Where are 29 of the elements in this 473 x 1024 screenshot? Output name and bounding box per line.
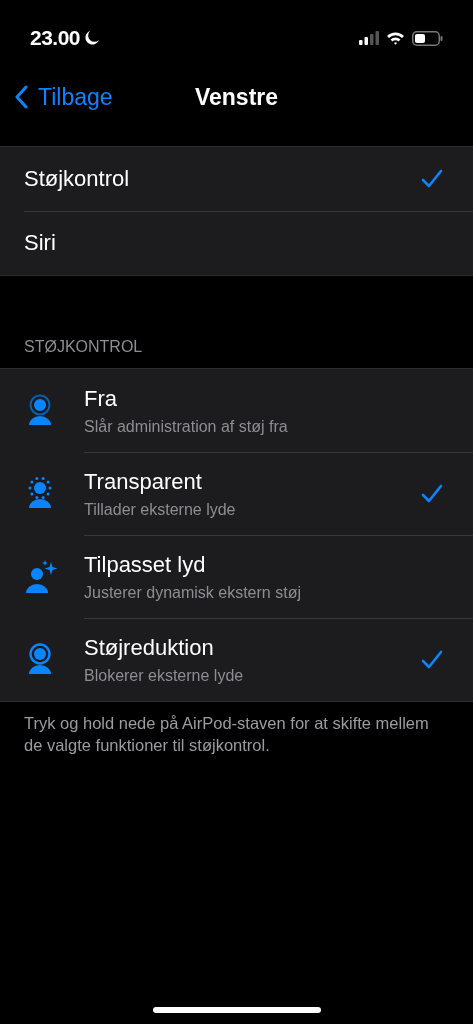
mode-subtitle: Tillader eksterne lyde (84, 500, 237, 519)
mode-row[interactable]: Fra Slår administration af støj fra (0, 369, 473, 452)
mode-title: Fra (84, 385, 118, 412)
mode-title: Støjreduktion (84, 634, 215, 661)
checkmark-icon (421, 649, 443, 670)
back-button[interactable]: Tilbage (14, 83, 113, 111)
mode-row[interactable]: Støjreduktion Blokerer eksterne lyde (0, 618, 473, 701)
mode-row[interactable]: Tilpasset lyd Justerer dynamisk ekstern støj (0, 535, 473, 618)
option-row[interactable]: Støjkontrol (0, 147, 473, 211)
mode-title: Transparent (84, 468, 203, 495)
option-label: Støjkontrol (24, 166, 131, 192)
checkmark-icon (421, 483, 443, 504)
checkmark-icon (421, 169, 443, 189)
mode-subtitle: Justerer dynamisk ekstern støj (84, 583, 302, 602)
mode-row[interactable]: Transparent Tillader eksterne lyde (0, 452, 473, 535)
mode-subtitle: Slår administration af støj fra (84, 417, 289, 436)
battery-icon (412, 30, 443, 46)
chevron-left-icon (14, 85, 28, 109)
signal-icon (359, 31, 379, 45)
clock-time: 23.00 (30, 26, 81, 50)
wifi-icon (386, 31, 405, 45)
mode-title: Tilpasset lyd (84, 551, 207, 578)
option-label: Siri (24, 230, 57, 256)
page-title: Venstre (194, 84, 279, 111)
option-row[interactable]: Siri (0, 211, 473, 275)
mode-subtitle: Blokerer eksterne lyde (84, 666, 245, 685)
section-header: STØJKONTROL (23, 337, 144, 357)
moon-icon (84, 30, 101, 46)
footer-note: Tryk og hold nede på AirPod-staven for at skifte mellem de valgte funktioner til støjkontrol. (23, 713, 430, 756)
